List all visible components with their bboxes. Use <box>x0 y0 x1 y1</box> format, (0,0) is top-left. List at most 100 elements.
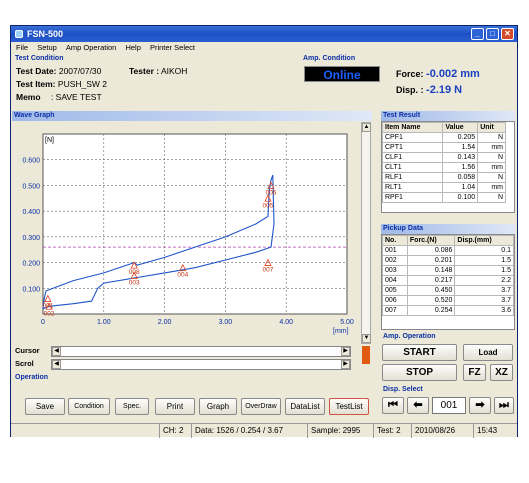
menu-file[interactable]: File <box>16 43 28 52</box>
pickup-row[interactable]: 005 0.450 3.7 <box>382 285 514 296</box>
fz-button[interactable]: FZ <box>463 364 486 381</box>
start-button[interactable]: START <box>382 344 457 361</box>
load-button[interactable]: Load <box>463 344 513 361</box>
save-button[interactable]: Save <box>25 398 65 415</box>
x-unit-label: [mm] <box>333 328 349 335</box>
result-row[interactable]: CLF1 0.143 N <box>382 152 506 163</box>
result-cell: 1.54 <box>442 142 479 153</box>
test-result-header: Test Result <box>381 111 515 121</box>
graph-button[interactable]: Graph <box>199 398 237 415</box>
menu-bar: File Setup Amp Operation Help Printer Se… <box>11 42 517 53</box>
app-icon <box>15 30 23 38</box>
test-item-row: Test Item: PUSH_SW 2 <box>16 79 107 89</box>
pickup-marker-label: 005 <box>263 202 274 209</box>
status-date: 2010/08/26 <box>411 424 455 438</box>
pickup-row[interactable]: 003 0.148 1.5 <box>382 265 514 276</box>
cursor-right-icon[interactable]: ▶ <box>341 347 350 356</box>
overdraw-button[interactable]: OverDraw <box>241 398 281 415</box>
test-condition-label: Test Condition <box>15 55 64 62</box>
pickup-marker-label: 004 <box>177 272 188 279</box>
result-row[interactable]: CLT1 1.56 mm <box>382 162 506 173</box>
pickup-cell: 004 <box>382 275 408 286</box>
scroll-up-icon[interactable]: ▲ <box>362 123 371 132</box>
y-unit-label: [N] <box>45 137 54 144</box>
y-tick-label: 0.200 <box>22 261 40 268</box>
stop-button[interactable]: STOP <box>382 364 457 381</box>
wave-graph-chart: 0 1.00 2.00 3.00 4.00 5.00 0.100 0.200 0.300 0.40… <box>22 133 354 335</box>
test-item-value: PUSH_SW 2 <box>57 79 108 89</box>
spec-button[interactable]: Spec. <box>115 398 149 415</box>
result-row[interactable]: RLF1 0.058 N <box>382 172 506 183</box>
scroll-down-icon[interactable]: ▼ <box>362 334 371 343</box>
result-cell: N <box>477 192 506 203</box>
result-col-item[interactable]: Item Name <box>382 122 444 133</box>
scroll-left-icon[interactable]: ◀ <box>52 360 61 369</box>
y-tick-label: 0.600 <box>22 158 40 165</box>
print-button[interactable]: Print <box>155 398 195 415</box>
condition-button[interactable]: Condition <box>68 398 110 415</box>
result-cell: 1.04 <box>442 182 479 193</box>
pickup-col-force[interactable]: Forc.(N) <box>406 235 456 246</box>
result-cell: N <box>477 132 506 143</box>
result-cell: 0.058 <box>442 172 479 183</box>
x-tick-label: 2.00 <box>158 319 172 326</box>
result-cell: mm <box>477 142 506 153</box>
x-tick-label: 1.00 <box>97 319 111 326</box>
pickup-row[interactable]: 007 0.254 3.6 <box>382 305 514 316</box>
result-cell: 0.143 <box>442 152 479 163</box>
datalist-button[interactable]: DataList <box>285 398 325 415</box>
pickup-row[interactable]: 001 0.086 0.1 <box>382 245 514 256</box>
memo-label: Memo <box>16 92 41 102</box>
amp-condition-label: Amp. Condition <box>303 55 356 62</box>
pickup-cell: 0.520 <box>406 295 456 306</box>
pickup-cell: 3.7 <box>454 285 514 296</box>
pickup-cell: 0.1 <box>454 245 514 256</box>
next-arrow-icon[interactable]: ➡ <box>469 397 491 414</box>
pickup-marker-label: 007 <box>263 267 274 274</box>
result-cell: mm <box>477 182 506 193</box>
y-tick-label: 0.400 <box>22 209 40 216</box>
pickup-col-no[interactable]: No. <box>382 235 408 246</box>
xz-button[interactable]: XZ <box>490 364 513 381</box>
app-window: FSN-500 _ □ ✕ File Setup Amp Operation H… <box>10 25 518 438</box>
pickup-col-disp[interactable]: Disp.(mm) <box>454 235 514 246</box>
pickup-cell: 002 <box>382 255 408 266</box>
maximize-icon[interactable]: □ <box>486 28 499 40</box>
last-icon[interactable]: ⏭ <box>494 397 514 414</box>
menu-setup[interactable]: Setup <box>37 43 57 52</box>
menu-printer-select[interactable]: Printer Select <box>150 43 195 52</box>
disp-value: -2.19 N <box>426 84 463 96</box>
pickup-data-table-box: No. Forc.(N) Disp.(mm) 001 0.086 0.1 002 0.2… <box>381 234 515 330</box>
testlist-button[interactable]: TestList <box>329 398 369 415</box>
pickup-data-header: Pickup Data <box>381 224 515 234</box>
pickup-row[interactable]: 004 0.217 2.2 <box>382 275 514 286</box>
cursor-slider[interactable]: ◀ ▶ <box>51 346 351 357</box>
pause-icon[interactable] <box>362 346 370 364</box>
result-row[interactable]: RLT1 1.04 mm <box>382 182 506 193</box>
scroll-right-icon[interactable]: ▶ <box>341 360 350 369</box>
status-time: 15:43 <box>473 424 497 438</box>
result-row[interactable]: RPF1 0.100 N <box>382 192 506 203</box>
result-row[interactable]: CPF1 0.205 N <box>382 132 506 143</box>
result-col-value[interactable]: Value <box>442 122 479 133</box>
pickup-row[interactable]: 002 0.201 1.5 <box>382 255 514 266</box>
pickup-marker-label: 002 <box>44 310 55 317</box>
result-cell: N <box>477 152 506 163</box>
first-icon[interactable]: ⏮ <box>382 397 404 414</box>
graph-vertical-scrollbar[interactable]: ▲ ▼ <box>361 122 371 344</box>
menu-amp-operation[interactable]: Amp Operation <box>66 43 116 52</box>
result-cell: CPT1 <box>382 142 444 153</box>
result-cell: N <box>477 172 506 183</box>
pickup-row[interactable]: 006 0.520 3.7 <box>382 295 514 306</box>
minimize-icon[interactable]: _ <box>471 28 484 40</box>
cursor-left-icon[interactable]: ◀ <box>52 347 61 356</box>
force-value: -0.002 mm <box>426 68 480 80</box>
close-icon[interactable]: ✕ <box>501 28 514 40</box>
result-row[interactable]: CPT1 1.54 mm <box>382 142 506 153</box>
result-col-unit[interactable]: Unit <box>477 122 506 133</box>
prev-arrow-icon[interactable]: ⬅ <box>407 397 429 414</box>
result-cell: RLF1 <box>382 172 444 183</box>
menu-help[interactable]: Help <box>125 43 140 52</box>
disp-select-input[interactable]: 001 <box>432 397 466 414</box>
scroll-slider[interactable]: ◀ ▶ <box>51 359 351 370</box>
